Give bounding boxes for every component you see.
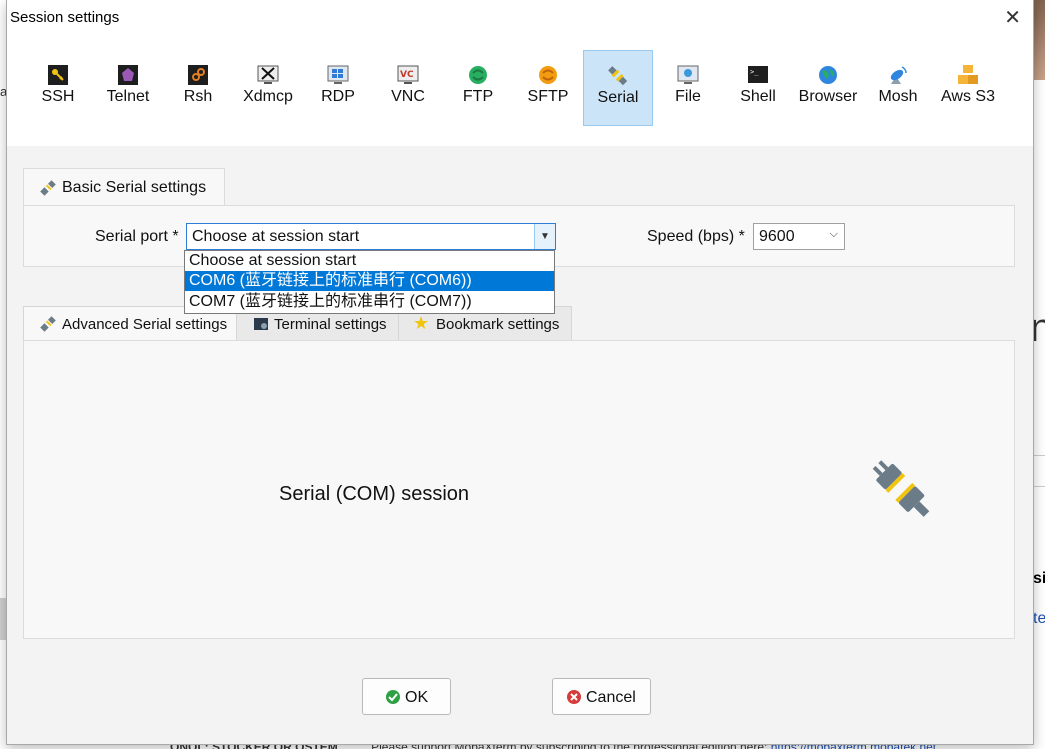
terminal-icon: >_: [748, 66, 768, 83]
tab-label: Advanced Serial settings: [62, 316, 228, 333]
session-type-label: SFTP: [527, 88, 569, 105]
cancel-x-icon: [567, 690, 581, 704]
telnet-icon: [118, 65, 138, 85]
chevron-down-icon[interactable]: ▼: [534, 224, 555, 249]
star-icon: ★: [413, 313, 430, 333]
ok-button-label: OK: [405, 689, 429, 706]
session-type-label: VNC: [391, 88, 425, 105]
speed-label: Speed (bps) *: [647, 228, 745, 245]
serial-port-dropdown-list: Choose at session start COM6 (蓝牙链接上的标准串行…: [184, 250, 555, 314]
serial-plug-icon: [872, 460, 930, 517]
background-link-te[interactable]: te: [1033, 610, 1045, 628]
session-type-label: FTP: [462, 88, 494, 105]
session-type-aws-s3[interactable]: Aws S3: [933, 50, 1003, 126]
serial-port-combo[interactable]: Choose at session start ▼: [186, 223, 556, 250]
session-type-label: Rsh: [183, 88, 213, 105]
terminal-settings-icon: [254, 318, 268, 330]
cancel-button-label: Cancel: [586, 689, 636, 706]
tab-label: Bookmark settings: [436, 316, 560, 333]
serial-session-caption: Serial (COM) session: [279, 483, 470, 505]
chevron-down-icon: ⌵: [829, 228, 838, 240]
background-text-si: si: [1033, 570, 1045, 587]
key-icon: [48, 65, 68, 85]
session-type-file[interactable]: File: [653, 50, 723, 126]
session-type-browser[interactable]: Browser: [793, 50, 863, 126]
close-button[interactable]: ✕: [1004, 5, 1021, 30]
rdp-icon: [327, 65, 349, 84]
serial-port-label: Serial port *: [95, 228, 179, 245]
dialog-titlebar: Session settings ✕: [7, 0, 1033, 36]
session-settings-dialog: Session settings ✕ SSH Telnet Rsh Xdmcp …: [6, 0, 1034, 745]
dialog-title: Session settings: [10, 9, 120, 26]
session-type-label: Serial: [597, 89, 639, 106]
plug-icon: [40, 180, 56, 196]
vnc-icon: VC: [397, 65, 419, 84]
session-type-label: Browser: [798, 88, 858, 105]
ok-button[interactable]: OK: [362, 678, 451, 715]
session-type-ftp[interactable]: FTP: [443, 50, 513, 126]
sftp-icon: [539, 66, 557, 84]
session-type-bar: SSH Telnet Rsh Xdmcp RDP VC VNC FTP SFTP…: [7, 36, 1033, 146]
satellite-icon: [890, 66, 907, 84]
session-type-label: File: [675, 88, 701, 105]
cancel-button[interactable]: Cancel: [552, 678, 651, 715]
speed-value: 9600: [759, 228, 795, 245]
rsh-icon: [188, 65, 208, 85]
session-type-telnet[interactable]: Telnet: [93, 50, 163, 126]
svg-text:VC: VC: [400, 70, 414, 80]
session-type-mosh[interactable]: Mosh: [863, 50, 933, 126]
dropdown-option[interactable]: COM7 (蓝牙链接上的标准串行 (COM7)): [185, 292, 554, 312]
session-type-label: Mosh: [878, 88, 918, 105]
session-type-label: SSH: [41, 88, 75, 105]
tab-label: Terminal settings: [274, 316, 387, 333]
session-type-xdmcp[interactable]: Xdmcp: [233, 50, 303, 126]
aws-boxes-icon: [958, 65, 978, 84]
session-type-serial[interactable]: Serial: [583, 50, 653, 126]
xdmcp-icon: [257, 65, 279, 84]
session-type-shell[interactable]: >_ Shell: [723, 50, 793, 126]
serial-plug-icon: [608, 66, 628, 86]
ftp-icon: [469, 66, 487, 84]
speed-select[interactable]: 9600 ⌵: [753, 223, 845, 250]
tab-basic-serial-settings[interactable]: Basic Serial settings: [23, 168, 225, 206]
session-type-vnc[interactable]: VC VNC: [373, 50, 443, 126]
session-type-rsh[interactable]: Rsh: [163, 50, 233, 126]
session-type-label: Shell: [740, 88, 776, 105]
settings-panel: Basic Serial settings Serial port * Choo…: [7, 146, 1033, 744]
session-type-label: RDP: [321, 88, 355, 105]
plug-icon: [40, 316, 56, 332]
session-type-label: Aws S3: [941, 88, 995, 105]
file-monitor-icon: [677, 65, 699, 84]
session-type-sftp[interactable]: SFTP: [513, 50, 583, 126]
dropdown-option[interactable]: Choose at session start: [185, 251, 554, 271]
session-type-label: Xdmcp: [243, 88, 293, 105]
session-type-rdp[interactable]: RDP: [303, 50, 373, 126]
svg-text:>_: >_: [750, 68, 759, 76]
tab-basic-label: Basic Serial settings: [62, 179, 207, 196]
dropdown-option-selected[interactable]: COM6 (蓝牙链接上的标准串行 (COM6)): [185, 271, 554, 291]
session-type-label: Telnet: [106, 88, 150, 105]
globe-icon: [819, 66, 837, 84]
check-icon: [386, 690, 400, 704]
advanced-settings-box: Serial (COM) session: [23, 340, 1015, 639]
serial-port-value: Choose at session start: [192, 228, 360, 245]
session-type-ssh[interactable]: SSH: [23, 50, 93, 126]
